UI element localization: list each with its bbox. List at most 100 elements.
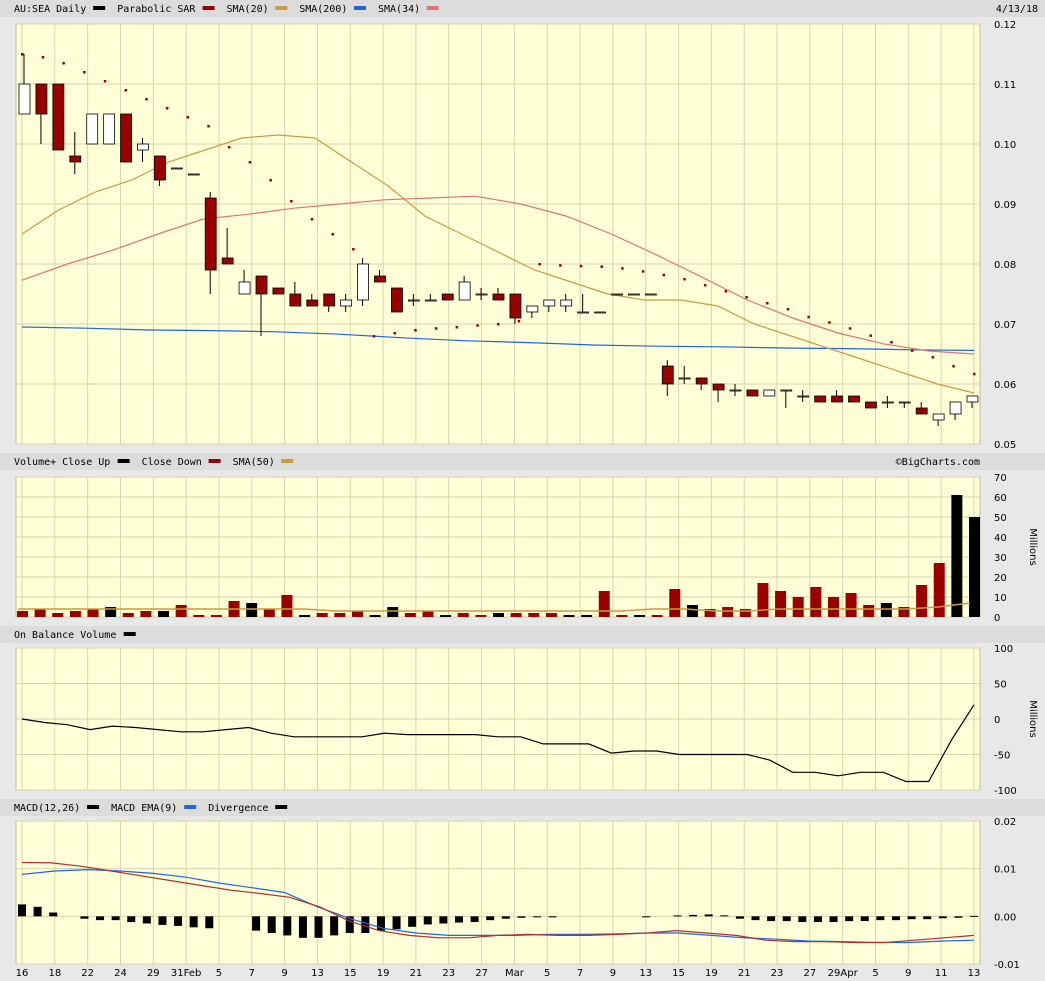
volume-bar xyxy=(351,611,363,617)
divergence-bar xyxy=(876,916,885,921)
psar-dot xyxy=(103,80,107,83)
divergence-bar xyxy=(283,916,292,936)
divergence-bar xyxy=(907,916,916,920)
candle-body xyxy=(204,197,217,271)
volume-bar xyxy=(316,613,328,617)
psar-dot xyxy=(83,71,86,74)
x-tick-label: Mar xyxy=(505,968,525,979)
y-tick-label: 50 xyxy=(994,513,1007,524)
candle-body xyxy=(865,401,877,409)
volume-bar xyxy=(722,607,734,617)
candle-body xyxy=(407,299,420,302)
legend-label: SMA(50) xyxy=(233,457,275,468)
volume-bar xyxy=(598,591,610,617)
volume-bar xyxy=(299,615,311,617)
volume-bar xyxy=(475,615,487,617)
psar-dot xyxy=(621,267,624,270)
x-tick-label: 15 xyxy=(344,968,357,979)
volume-bar xyxy=(810,587,822,617)
volume-plot-area xyxy=(15,476,981,618)
volume-y-label: Millions xyxy=(1027,528,1038,565)
candle-body xyxy=(137,143,149,151)
x-tick-label: 29 xyxy=(147,968,160,979)
volume-bar xyxy=(545,613,557,617)
volume-bar xyxy=(510,613,522,617)
psar-dot xyxy=(124,89,127,92)
y-tick-label: 70 xyxy=(994,473,1007,484)
candle-body xyxy=(543,299,556,307)
chart-date: 4/13/18 xyxy=(996,4,1038,15)
legend-label: SMA(34) xyxy=(378,4,420,15)
candle-body xyxy=(170,167,183,170)
x-tick-label: 23 xyxy=(771,968,784,979)
psar-dot xyxy=(455,326,459,329)
volume-bar xyxy=(863,605,875,617)
volume-bar xyxy=(933,563,945,617)
x-tick-label: 19 xyxy=(705,968,718,979)
candle-body xyxy=(52,83,65,151)
psar-dot xyxy=(352,248,355,251)
y-tick-label: 0 xyxy=(994,715,1000,726)
candle-body xyxy=(86,113,99,145)
psar-dot xyxy=(186,116,190,119)
candle-body xyxy=(458,281,471,301)
y-tick-label: 0.11 xyxy=(994,80,1016,91)
divergence-bar xyxy=(49,912,58,917)
x-tick-label: 11 xyxy=(935,968,948,979)
candle-body xyxy=(915,407,928,415)
divergence-bar xyxy=(891,916,900,921)
divergence-bar xyxy=(798,916,807,923)
psar-dot xyxy=(248,161,252,164)
divergence-bar xyxy=(751,916,760,921)
candle-body xyxy=(797,395,810,398)
divergence-bar xyxy=(845,916,854,922)
y-tick-label: 0.08 xyxy=(994,260,1016,271)
psar-dot xyxy=(393,332,397,335)
obv-y-label: Millions xyxy=(1027,700,1038,737)
x-tick-label: 16 xyxy=(16,968,29,979)
volume-bar xyxy=(969,517,980,617)
candle-body xyxy=(18,83,31,115)
psar-dot xyxy=(869,334,873,337)
volume-bar xyxy=(686,605,698,617)
volume-bar xyxy=(951,495,963,617)
psar-dot xyxy=(910,349,914,352)
y-tick-label: -50 xyxy=(994,751,1010,762)
watermark: ©BigCharts.com xyxy=(896,457,980,468)
x-tick-label: 22 xyxy=(81,968,94,979)
divergence-bar xyxy=(127,916,136,923)
x-tick-label: 19 xyxy=(377,968,390,979)
psar-dot xyxy=(62,62,65,65)
psar-dot xyxy=(724,290,728,293)
psar-dot xyxy=(227,146,231,149)
psar-dot xyxy=(952,365,955,368)
y-tick-label: 0.06 xyxy=(994,380,1016,391)
y-tick-label: 0.01 xyxy=(994,865,1016,876)
candle-body xyxy=(577,311,590,314)
divergence-bar xyxy=(938,916,947,919)
x-tick-label: 18 xyxy=(48,968,61,979)
psar-dot xyxy=(434,327,438,330)
legend-swatch xyxy=(275,6,288,10)
y-tick-label: 0.00 xyxy=(994,912,1016,923)
divergence-bar xyxy=(533,916,542,918)
psar-dot xyxy=(931,356,935,359)
psar-dot xyxy=(559,264,562,267)
legend-swatch xyxy=(208,459,221,463)
divergence-bar xyxy=(111,916,120,921)
legend-label: On Balance Volume xyxy=(14,630,116,641)
divergence-bar xyxy=(439,916,448,924)
psar-dot xyxy=(848,327,852,330)
legend-label: SMA(200) xyxy=(299,4,347,15)
volume-bar xyxy=(175,605,187,617)
psar-dot xyxy=(269,179,272,182)
x-tick-label: 5 xyxy=(544,968,550,979)
candle-body xyxy=(594,311,606,314)
legend-swatch xyxy=(354,6,366,10)
divergence-bar xyxy=(314,916,323,938)
candle-body xyxy=(475,293,488,296)
legend-label: Parabolic SAR xyxy=(117,4,196,15)
x-tick-label: 13 xyxy=(639,968,652,979)
volume-bar xyxy=(69,611,81,617)
divergence-bar xyxy=(704,914,713,917)
